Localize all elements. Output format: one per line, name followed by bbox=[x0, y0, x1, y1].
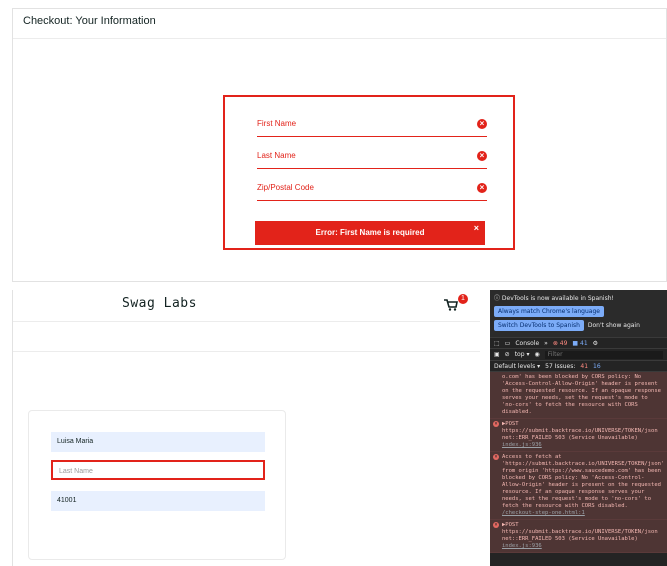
language-banner: ⓘ DevTools is now available in Spanish! … bbox=[490, 290, 667, 338]
context-select[interactable]: top ▾ bbox=[515, 351, 530, 358]
error-x-icon: × bbox=[477, 151, 487, 161]
tab-console[interactable]: Console bbox=[515, 340, 539, 347]
devtools-panel: ⓘ DevTools is now available in Spanish! … bbox=[490, 290, 667, 566]
levels-bar: Default levels ▾ 57 Issues: 41 16 bbox=[490, 361, 667, 372]
zip-field[interactable]: Zip/Postal Code × bbox=[257, 169, 487, 201]
last-name-field[interactable]: Last Name × bbox=[257, 137, 487, 169]
console-log-entry: o.com' has been blocked by CORS policy: … bbox=[490, 372, 667, 419]
error-message: Error: First Name is required × bbox=[255, 221, 485, 245]
app-logo: Swag Labs bbox=[122, 296, 197, 311]
device-toolbar-icon[interactable]: ▭ bbox=[505, 340, 511, 347]
error-x-icon: × bbox=[477, 183, 487, 193]
checkout-info-panel: Checkout: Your Information First Name × … bbox=[12, 8, 667, 282]
first-name-field[interactable]: First Name × bbox=[257, 105, 487, 137]
close-error-button[interactable]: × bbox=[474, 216, 479, 240]
error-x-icon: × bbox=[477, 119, 487, 129]
more-tabs-icon[interactable]: » bbox=[544, 340, 548, 347]
page-title: Checkout: Your Information bbox=[13, 9, 666, 39]
log-text: ▶POST https://submit.backtrace.io/UNIVER… bbox=[502, 522, 658, 542]
checkout-form: First Name × Last Name × Zip/Postal Code… bbox=[257, 105, 487, 201]
zip-input[interactable]: 41001 bbox=[51, 491, 265, 511]
app-window: Swag Labs 1 Luisa Maria Last Name 41001 bbox=[12, 290, 480, 566]
log-source-link[interactable]: index.js:936 bbox=[502, 543, 542, 549]
error-icon: × bbox=[493, 454, 499, 460]
cart-badge: 1 bbox=[458, 294, 468, 304]
inspect-icon[interactable]: ⬚ bbox=[494, 340, 500, 347]
log-text: ▶POST https://submit.backtrace.io/UNIVER… bbox=[502, 421, 658, 441]
match-language-button[interactable]: Always match Chrome's language bbox=[494, 306, 604, 317]
shopping-cart-icon[interactable] bbox=[444, 299, 458, 311]
switch-language-button[interactable]: Switch DevTools to Spanish bbox=[494, 320, 584, 331]
last-name-input[interactable]: Last Name bbox=[51, 460, 265, 480]
warning-count[interactable]: ■ 41 bbox=[572, 340, 587, 347]
highlight-box: First Name × Last Name × Zip/Postal Code… bbox=[223, 95, 515, 250]
first-name-label: First Name bbox=[257, 119, 297, 128]
live-expression-eye-icon[interactable]: ◉ bbox=[534, 351, 539, 358]
console-log-entry: × ▶POST https://submit.backtrace.io/UNIV… bbox=[490, 419, 667, 452]
log-source-link[interactable]: /checkout-step-one.html:1 bbox=[502, 510, 585, 516]
issues-label[interactable]: 57 Issues: bbox=[545, 363, 575, 370]
settings-gear-icon[interactable]: ⚙ bbox=[593, 340, 598, 347]
log-text: Access to fetch at 'https://submit.backt… bbox=[502, 454, 665, 509]
error-icon: × bbox=[493, 522, 499, 528]
clear-console-icon[interactable]: ⊘ bbox=[505, 351, 510, 358]
log-text: o.com' has been blocked by CORS policy: … bbox=[502, 374, 661, 415]
zip-label: Zip/Postal Code bbox=[257, 183, 314, 192]
last-name-label: Last Name bbox=[257, 151, 296, 160]
log-source-link[interactable]: index.js:936 bbox=[502, 442, 542, 448]
default-levels-select[interactable]: Default levels ▾ bbox=[494, 363, 540, 370]
first-name-input[interactable]: Luisa Maria bbox=[51, 432, 265, 452]
dont-show-again-button[interactable]: Don't show again bbox=[588, 322, 640, 329]
secondary-header bbox=[13, 322, 480, 352]
issues-info-count[interactable]: 16 bbox=[593, 363, 601, 370]
console-log-entry: × Access to fetch at 'https://submit.bac… bbox=[490, 452, 667, 520]
filter-input[interactable]: Filter bbox=[544, 350, 663, 359]
issues-warning-count[interactable]: 41 bbox=[580, 363, 588, 370]
banner-info: ⓘ DevTools is now available in Spanish! bbox=[494, 295, 614, 302]
app-header: Swag Labs 1 bbox=[13, 290, 480, 322]
devtools-toolbar: ⬚ ▭ Console » ⊗ 49 ■ 41 ⚙ bbox=[490, 338, 667, 349]
error-text: Error: First Name is required bbox=[315, 228, 425, 237]
error-count[interactable]: ⊗ 49 bbox=[553, 340, 568, 347]
checkout-form-card: Luisa Maria Last Name 41001 bbox=[28, 410, 286, 560]
console-log-entry: × ▶POST https://submit.backtrace.io/UNIV… bbox=[490, 520, 667, 553]
console-filter-bar: ▣ ⊘ top ▾ ◉ Filter bbox=[490, 349, 667, 361]
sidebar-toggle-icon[interactable]: ▣ bbox=[494, 351, 500, 358]
error-icon: × bbox=[493, 421, 499, 427]
